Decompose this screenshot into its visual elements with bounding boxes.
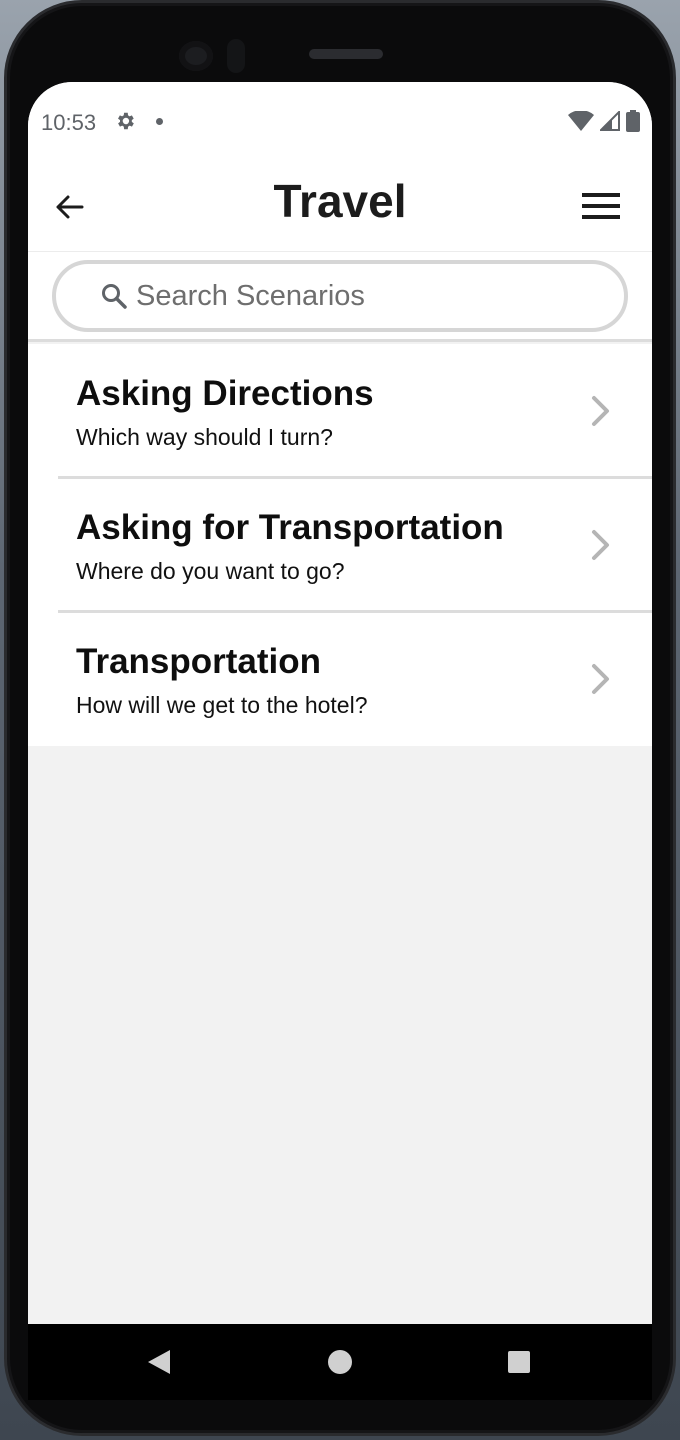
gear-icon (118, 112, 134, 130)
nav-back-icon[interactable] (146, 1348, 172, 1376)
scenario-title: Asking Directions (76, 374, 374, 413)
search-input[interactable] (136, 276, 576, 316)
nav-home-icon[interactable] (328, 1350, 352, 1374)
search-field[interactable] (52, 260, 628, 332)
scenario-list: Asking Directions Which way should I tur… (28, 344, 652, 746)
page-title: Travel (273, 175, 407, 227)
scenario-subtitle: Which way should I turn? (76, 424, 333, 450)
status-bar: 10:53 (28, 82, 652, 162)
scenario-subtitle: How will we get to the hotel? (76, 692, 368, 718)
scenario-title: Transportation (76, 642, 322, 681)
battery-icon (626, 110, 640, 132)
search-bar-container (28, 252, 652, 342)
scenario-title: Asking for Transportation (76, 508, 504, 547)
list-item[interactable]: Asking Directions Which way should I tur… (28, 344, 652, 478)
status-time: 10:53 (41, 110, 97, 135)
earpiece-speaker (309, 49, 383, 59)
list-item[interactable]: Transportation How will we get to the ho… (28, 610, 652, 746)
wifi-icon (568, 111, 594, 131)
chevron-right-icon (592, 396, 609, 426)
list-item[interactable]: Asking for Transportation Where do you w… (28, 476, 652, 612)
chevron-right-icon (592, 664, 609, 694)
app-screen: 10:53 Travel Search Scenarios Asking Dir… (28, 82, 652, 1400)
scenario-subtitle: Where do you want to go? (76, 558, 345, 584)
notification-dot-icon (156, 118, 163, 125)
search-icon (102, 284, 127, 309)
nav-recents-icon[interactable] (508, 1351, 530, 1373)
signal-icon (600, 111, 620, 131)
chevron-right-icon (592, 530, 609, 560)
front-camera (179, 41, 213, 71)
system-navigation-bar (28, 1324, 652, 1400)
sensor (227, 39, 245, 73)
system-icons (568, 110, 640, 132)
